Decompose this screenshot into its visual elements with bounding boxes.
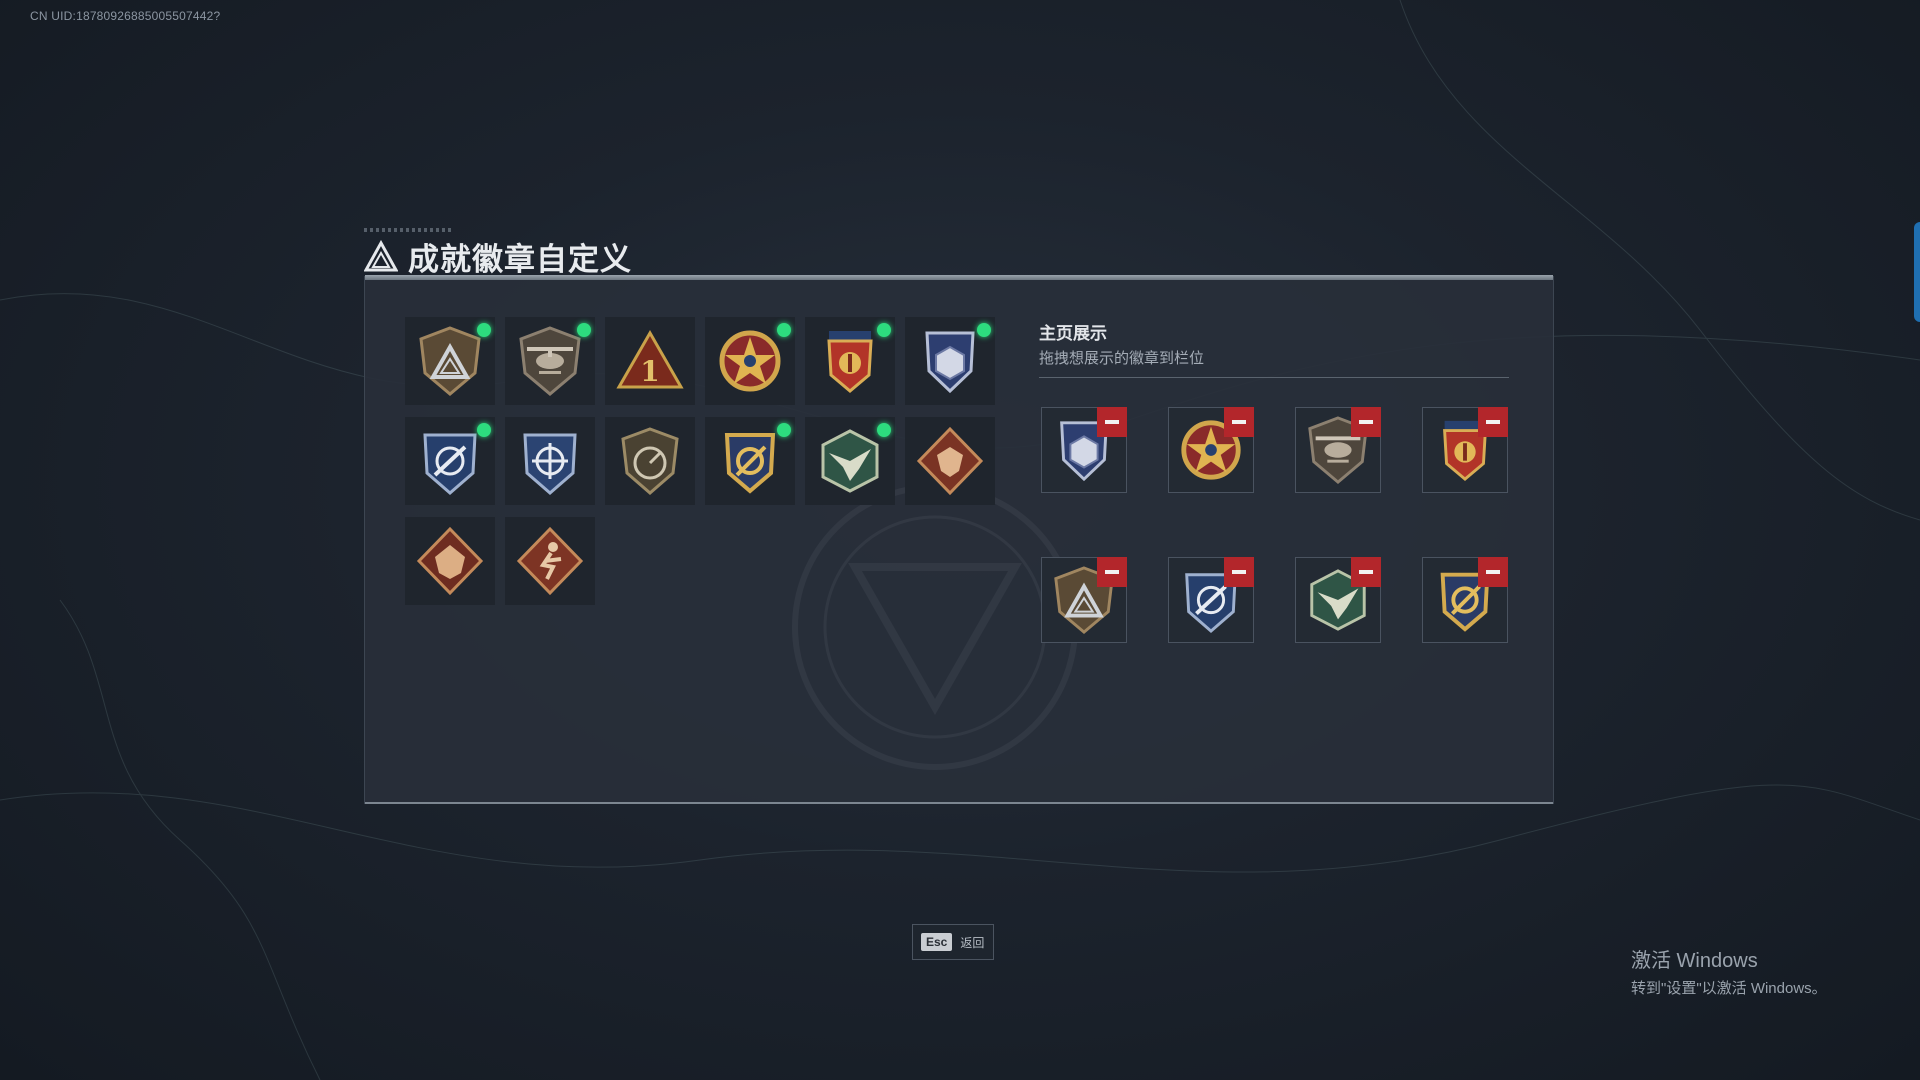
showcase-slot[interactable]: [1041, 407, 1127, 493]
equipped-indicator: [777, 323, 791, 337]
red-dragon-badge-icon: [916, 426, 984, 496]
blue-crosshair-shield-badge-icon: [423, 433, 477, 495]
remove-badge-button[interactable]: [1351, 557, 1381, 587]
remove-badge-button[interactable]: [1224, 557, 1254, 587]
equipped-indicator: [477, 423, 491, 437]
showcase-slot[interactable]: [1168, 407, 1254, 493]
badge-slot[interactable]: [805, 417, 895, 505]
badge-slot[interactable]: 1: [605, 317, 695, 405]
page-header: 成就徽章自定义: [364, 234, 632, 279]
showcase-title: 主页展示: [1039, 324, 1107, 343]
windows-activation-hint: 转到"设置"以激活 Windows。: [1631, 980, 1827, 997]
back-label: 返回: [960, 935, 985, 950]
equipped-indicator: [777, 423, 791, 437]
showcase-slot[interactable]: [1295, 407, 1381, 493]
panel-bottom-border: [365, 802, 1553, 804]
equipped-indicator: [577, 323, 591, 337]
uid-label: CN UID:18780926885005507442?: [30, 9, 221, 23]
back-button[interactable]: Esc 返回: [912, 924, 994, 960]
showcase-subtitle: 拖拽想展示的徽章到栏位: [1039, 350, 1205, 367]
triangle-shield-badge-icon: [419, 326, 481, 396]
showcase-slot[interactable]: [1041, 557, 1127, 643]
svg-text:1: 1: [640, 355, 659, 388]
badge-slot[interactable]: [505, 417, 595, 505]
blue-crosshair-shield-alt-badge-icon: [523, 433, 577, 495]
red-dragon-alt-badge-icon: [416, 526, 484, 596]
remove-badge-button[interactable]: [1351, 407, 1381, 437]
side-edge-tab[interactable]: [1914, 222, 1920, 322]
equipped-indicator: [977, 323, 991, 337]
windows-activation-title: 激活 Windows: [1631, 950, 1758, 972]
badge-slot[interactable]: [705, 417, 795, 505]
blue-hex-crest-badge-icon: [925, 331, 975, 394]
showcase-slot[interactable]: [1422, 557, 1508, 643]
equipped-indicator: [877, 323, 891, 337]
gauge-shield-badge-icon: [621, 427, 679, 495]
esc-key-hint: Esc: [921, 933, 953, 951]
remove-badge-button[interactable]: [1097, 407, 1127, 437]
badge-slot[interactable]: [405, 417, 495, 505]
showcase-slot[interactable]: [1295, 557, 1381, 643]
emblem-watermark: [792, 484, 1078, 770]
badge-slot[interactable]: [605, 417, 695, 505]
panel-top-border: [365, 275, 1553, 280]
title-decoration: [364, 228, 454, 232]
red-star-crest-badge-icon: [827, 331, 873, 393]
rank-one-badge-icon: 1: [616, 329, 684, 389]
triangle-logo-icon: [364, 239, 398, 271]
windows-activation-watermark: 激活 Windows 转到"设置"以激活 Windows。: [1631, 944, 1827, 998]
red-runner-badge-icon: [516, 526, 584, 596]
showcase-slot[interactable]: [1422, 407, 1508, 493]
showcase-header: 主页展示 拖拽想展示的徽章到栏位: [1039, 319, 1509, 378]
badge-slot[interactable]: [505, 517, 595, 605]
helicopter-badge-icon: [519, 326, 581, 396]
badge-slot[interactable]: [705, 317, 795, 405]
badge-slot[interactable]: [405, 517, 495, 605]
remove-badge-button[interactable]: [1224, 407, 1254, 437]
badge-slot[interactable]: [905, 417, 995, 505]
gold-anchor-crest-badge-icon: [724, 433, 776, 494]
page-title: 成就徽章自定义: [408, 242, 632, 277]
badge-slot[interactable]: [505, 317, 595, 405]
showcase-slot[interactable]: [1168, 557, 1254, 643]
remove-badge-button[interactable]: [1478, 407, 1508, 437]
badge-customization-panel: 1 主页展示 拖拽想展示的徽章到栏位: [364, 275, 1554, 804]
equipped-indicator: [477, 323, 491, 337]
badge-slot[interactable]: [405, 317, 495, 405]
badge-slot[interactable]: [905, 317, 995, 405]
remove-badge-button[interactable]: [1478, 557, 1508, 587]
badge-slot[interactable]: [805, 317, 895, 405]
remove-badge-button[interactable]: [1097, 557, 1127, 587]
equipped-indicator: [877, 423, 891, 437]
gold-star-medal-badge-icon: [719, 330, 781, 392]
green-hex-bird-badge-icon: [821, 429, 879, 493]
